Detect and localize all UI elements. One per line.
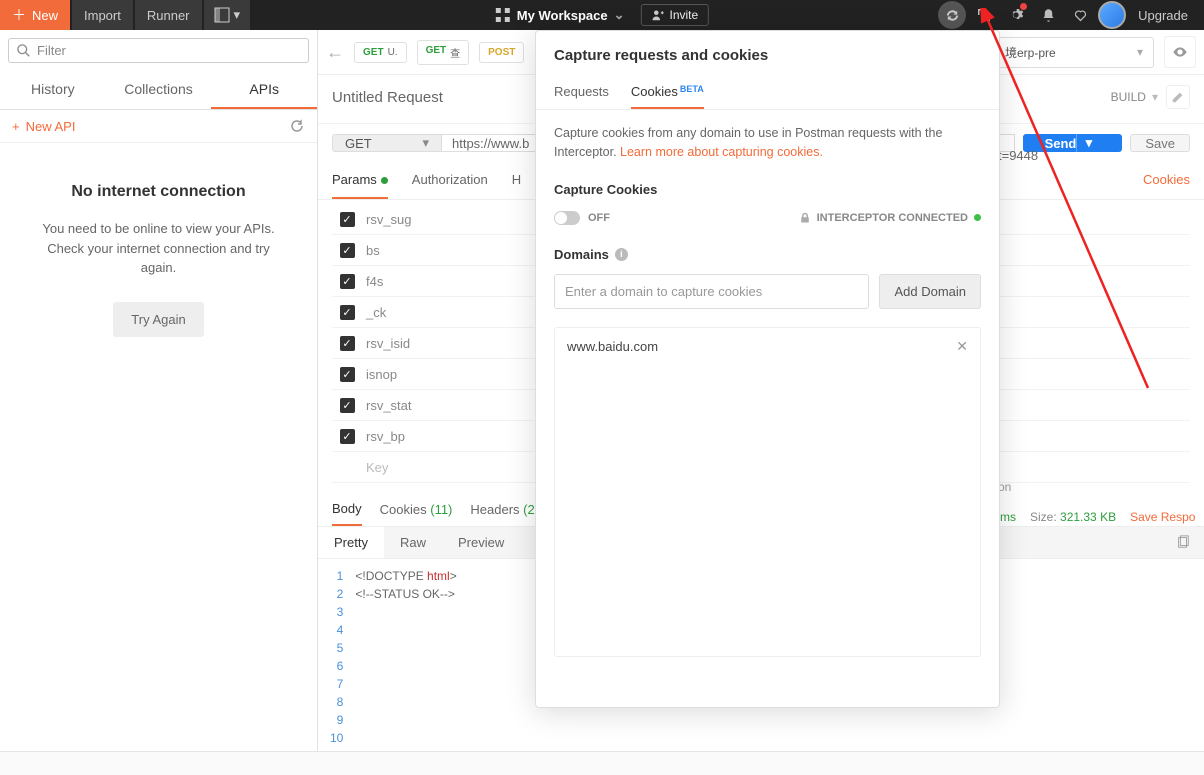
domain-input[interactable]: Enter a domain to capture cookies [554, 274, 869, 309]
cookies-link[interactable]: Cookies [1143, 162, 1190, 199]
add-domain-button[interactable]: Add Domain [879, 274, 981, 309]
tab-apis[interactable]: APIs [211, 71, 317, 109]
upgrade-button[interactable]: Upgrade [1130, 8, 1196, 23]
sidebar: Filter History Collections APIs +New API… [0, 30, 318, 751]
empty-title: No internet connection [30, 183, 287, 201]
try-again-button[interactable]: Try Again [113, 302, 203, 337]
popover-tab-cookies[interactable]: CookiesBETA [631, 76, 704, 109]
request-tab-2[interactable]: GET查 [417, 40, 470, 65]
domains-heading: Domainsi [554, 247, 981, 262]
request-tab-1[interactable]: GETU. [354, 42, 407, 63]
env-preview-icon[interactable] [1164, 36, 1196, 68]
popover-tab-requests[interactable]: Requests [554, 76, 609, 109]
resp-desc-fragment: on [998, 480, 1011, 494]
domain-list-item[interactable]: www.baidu.com ✕ [555, 328, 980, 365]
new-button[interactable]: ＋New [0, 0, 70, 30]
copy-response-icon[interactable] [1162, 527, 1204, 558]
sync-icon[interactable] [938, 1, 966, 29]
status-bar [0, 751, 1204, 775]
remove-domain-icon[interactable]: ✕ [956, 338, 968, 355]
learn-more-link[interactable]: Learn more about capturing cookies. [620, 145, 823, 159]
url-tail-fragment: t=9448 [998, 148, 1043, 163]
tab-headers[interactable]: H [512, 162, 521, 199]
environment-selector[interactable]: 境erp-pre▾ [994, 37, 1154, 68]
save-response-link[interactable]: Save Respo [1130, 510, 1195, 524]
app-topbar: ＋New Import Runner ▾ My Workspace⌄ Invit… [0, 0, 1204, 30]
method-selector[interactable]: GET▾ [332, 134, 442, 152]
capture-cookies-heading: Capture Cookies [554, 182, 981, 197]
runner-button[interactable]: Runner [135, 0, 202, 30]
settings-icon[interactable] [1002, 1, 1030, 29]
import-button[interactable]: Import [72, 0, 133, 30]
edit-comment-icon[interactable] [1166, 85, 1190, 109]
view-preview[interactable]: Preview [442, 527, 520, 558]
popover-desc: Capture cookies from any domain to use i… [554, 124, 981, 162]
notifications-icon[interactable] [1034, 1, 1062, 29]
domain-list: www.baidu.com ✕ [554, 327, 981, 657]
capture-toggle[interactable]: OFF [554, 211, 610, 225]
capture-popover: Capture requests and cookies Requests Co… [535, 30, 1000, 708]
save-button[interactable]: Save [1130, 134, 1190, 152]
build-toggle[interactable]: BUILD▾ [1111, 90, 1158, 104]
tab-auth[interactable]: Authorization [412, 162, 488, 199]
tab-params[interactable]: Params [332, 162, 388, 199]
request-tab-3[interactable]: POST [479, 42, 524, 63]
tab-collections[interactable]: Collections [106, 71, 212, 109]
refresh-icon[interactable] [289, 118, 305, 134]
filter-input[interactable]: Filter [8, 38, 309, 63]
tab-history[interactable]: History [0, 71, 106, 109]
resp-tab-cookies[interactable]: Cookies (11) [380, 494, 453, 525]
interceptor-status: INTERCEPTOR CONNECTED [799, 212, 981, 224]
view-raw[interactable]: Raw [384, 527, 442, 558]
view-pretty[interactable]: Pretty [318, 527, 384, 558]
workspace-selector[interactable]: My Workspace⌄ [495, 7, 625, 23]
popover-title: Capture requests and cookies [536, 31, 999, 64]
empty-body: You need to be online to view your APIs.… [30, 219, 287, 278]
invite-button[interactable]: Invite [641, 4, 710, 26]
tabs-back-icon[interactable]: ← [326, 42, 344, 63]
info-icon[interactable]: i [615, 248, 628, 261]
resp-tab-body[interactable]: Body [332, 493, 362, 526]
layout-toggle[interactable]: ▾ [204, 0, 251, 30]
new-api-button[interactable]: +New API [12, 119, 75, 134]
response-meta-bar: ms Size: 321.33 KB Save Respo [1000, 510, 1195, 524]
capture-icon[interactable] [970, 1, 998, 29]
request-title[interactable]: Untitled Request [332, 89, 443, 106]
user-avatar[interactable] [1098, 1, 1126, 29]
favorite-icon[interactable] [1066, 1, 1094, 29]
